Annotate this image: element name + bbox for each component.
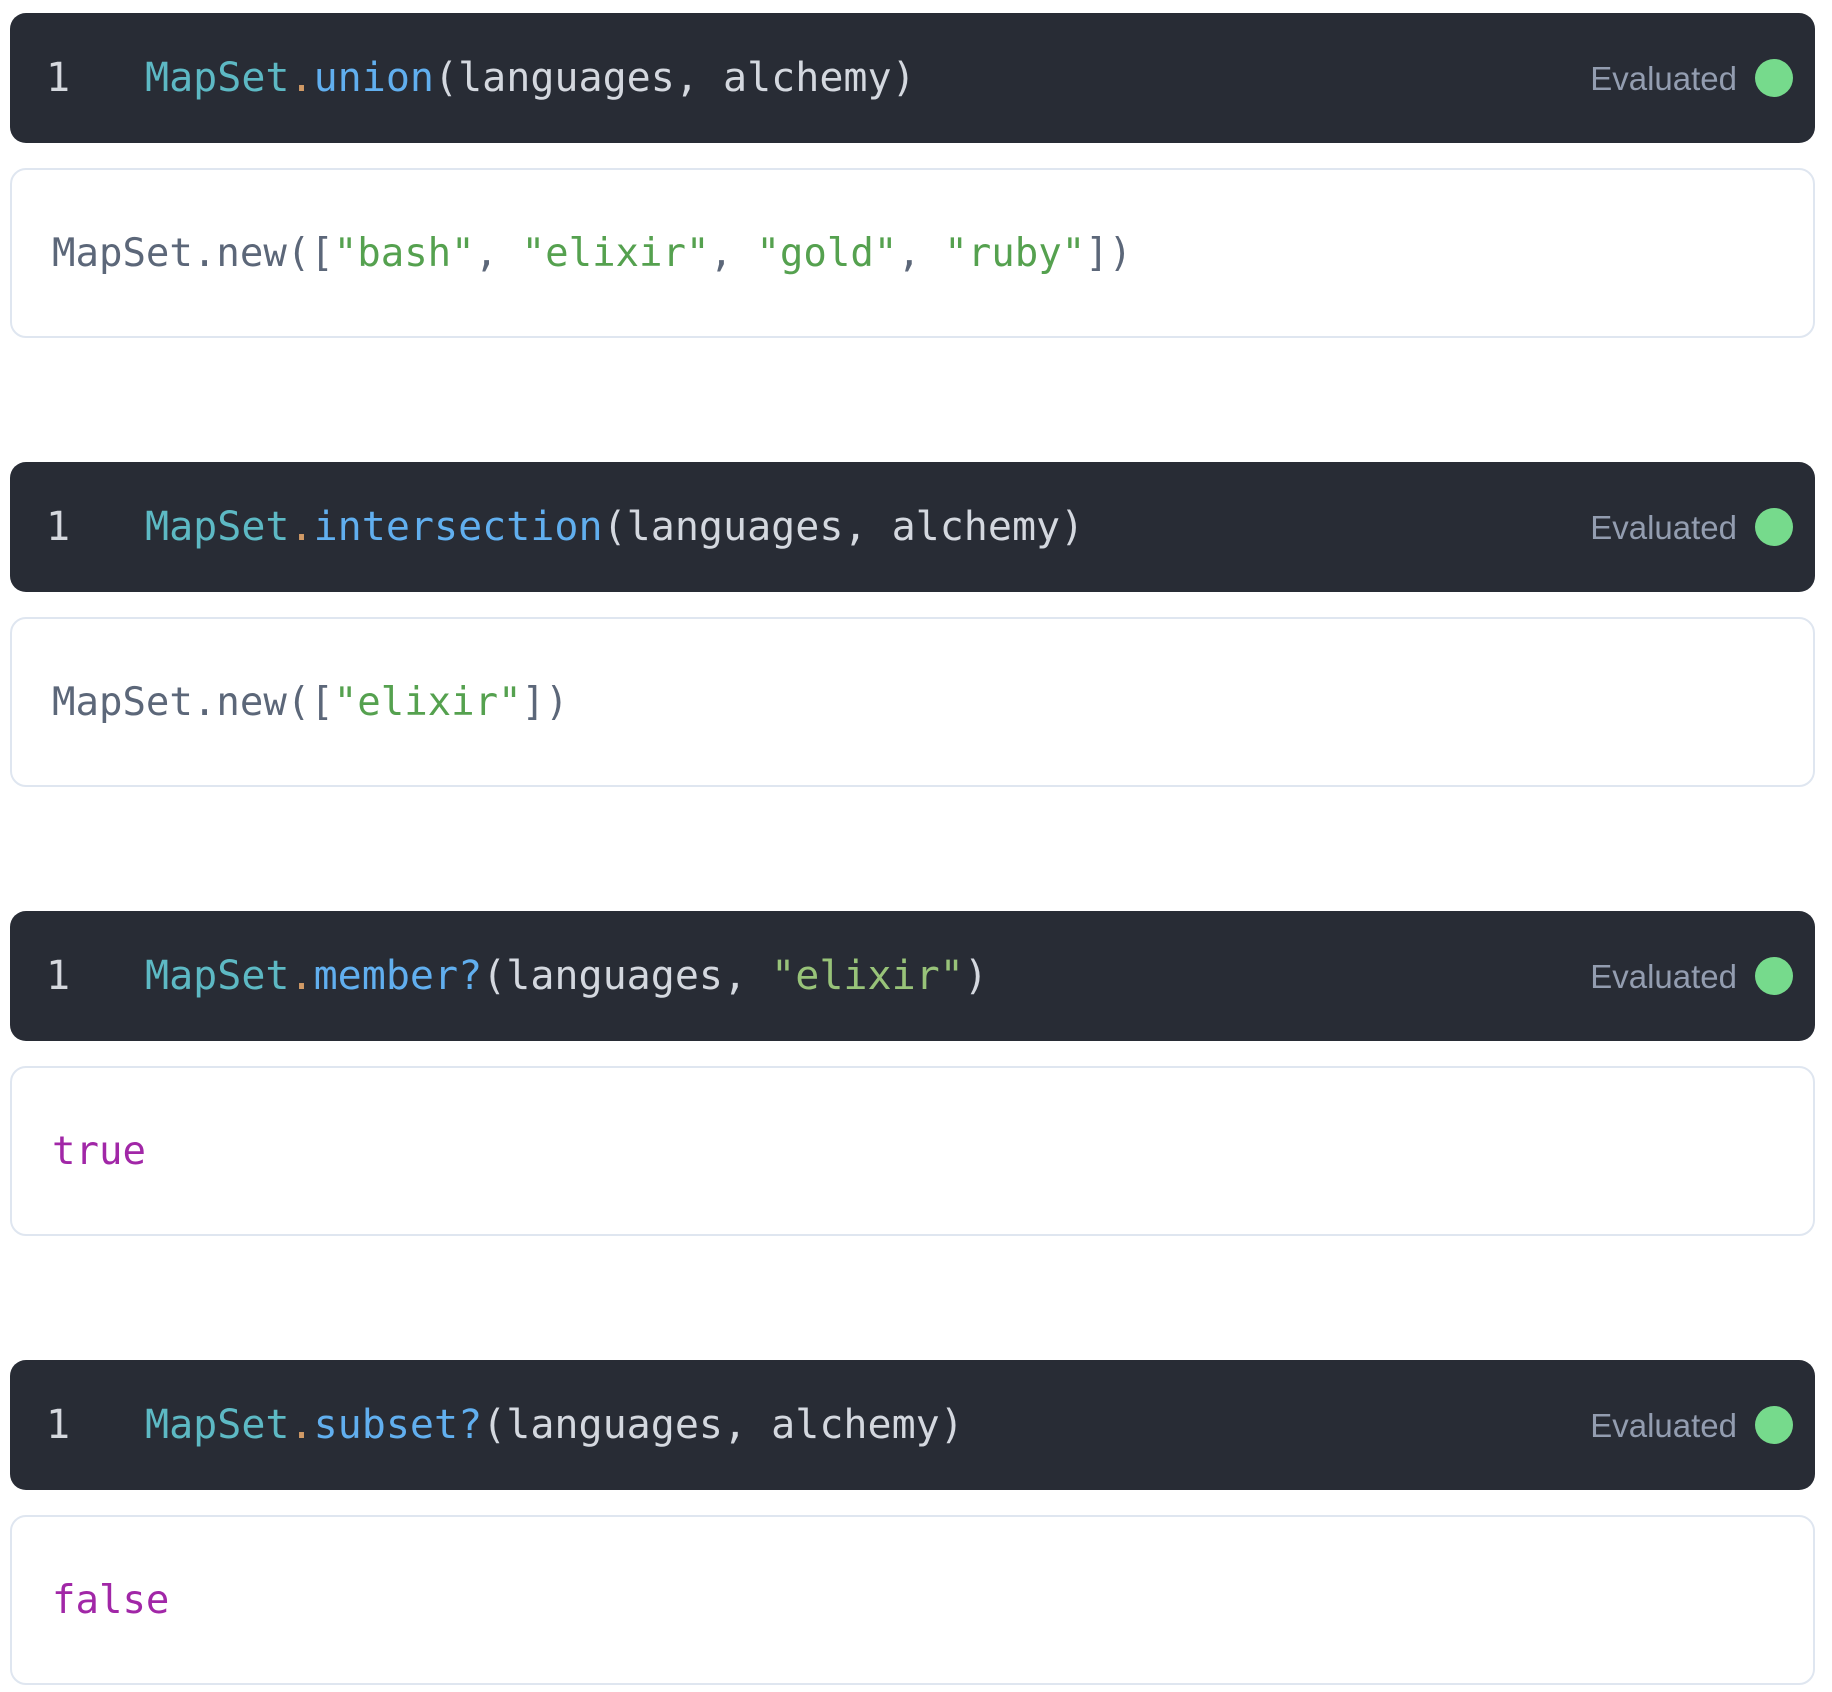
code-token-boolean: true (52, 1128, 146, 1174)
evaluated-dot-icon (1755, 957, 1793, 995)
code-token-string: "elixir" (521, 230, 710, 276)
evaluation-status-label: Evaluated (1590, 1406, 1737, 1444)
evaluation-status: Evaluated (1590, 508, 1815, 546)
code-token-plain: , (897, 230, 945, 276)
cell-output: false (10, 1515, 1815, 1685)
code-line[interactable]: MapSet.subset?(languages, alchemy) (145, 1405, 964, 1445)
code-cell-editor[interactable]: 1 MapSet.member?(languages, "elixir") Ev… (10, 911, 1815, 1041)
code-token-function: union (313, 55, 435, 101)
cell-output: MapSet.new(["bash", "elixir", "gold", "r… (10, 168, 1815, 338)
output-code: false (52, 1581, 169, 1620)
line-number: 1 (46, 55, 71, 101)
code-cell: 1 MapSet.intersection(languages, alchemy… (10, 462, 1815, 787)
line-number: 1 (46, 1402, 71, 1448)
code-token-operator: . (289, 504, 314, 550)
code-token-function: intersection (313, 504, 603, 550)
code-token-function: subset? (313, 1402, 483, 1448)
code-cell: 1 MapSet.subset?(languages, alchemy) Eva… (10, 1360, 1815, 1685)
code-cell-editor[interactable]: 1 MapSet.subset?(languages, alchemy) Eva… (10, 1360, 1815, 1490)
code-token-string: "bash" (333, 230, 475, 276)
code-token-plain: MapSet.new([ (52, 230, 334, 276)
code-token-plain: (languages, alchemy) (434, 55, 916, 101)
code-token-string: "elixir" (771, 953, 964, 999)
evaluation-status-label: Evaluated (1590, 508, 1737, 546)
code-token-plain: ]) (1085, 230, 1133, 276)
code-token-plain: (languages, alchemy) (482, 1402, 964, 1448)
code-line[interactable]: MapSet.union(languages, alchemy) (145, 58, 916, 98)
evaluated-dot-icon (1755, 508, 1793, 546)
code-token-module: MapSet (145, 504, 290, 550)
code-cell: 1 MapSet.union(languages, alchemy) Evalu… (10, 13, 1815, 338)
code-token-plain: , (474, 230, 522, 276)
evaluation-status: Evaluated (1590, 957, 1815, 995)
code-token-plain: (languages, (482, 953, 772, 999)
code-token-plain: MapSet.new([ (52, 679, 334, 725)
code-token-module: MapSet (145, 55, 290, 101)
code-token-module: MapSet (145, 1402, 290, 1448)
evaluation-status-label: Evaluated (1590, 59, 1737, 97)
output-code: MapSet.new(["elixir"]) (52, 683, 569, 722)
code-token-string: "elixir" (333, 679, 522, 725)
code-token-string: "gold" (756, 230, 898, 276)
code-token-plain: ) (963, 953, 988, 999)
notebook: 1 MapSet.union(languages, alchemy) Evalu… (0, 0, 1832, 1685)
line-number: 1 (46, 953, 71, 999)
cell-output: MapSet.new(["elixir"]) (10, 617, 1815, 787)
evaluation-status: Evaluated (1590, 59, 1815, 97)
evaluated-dot-icon (1755, 1406, 1793, 1444)
code-token-plain: , (709, 230, 757, 276)
cell-output: true (10, 1066, 1815, 1236)
code-token-operator: . (289, 953, 314, 999)
code-token-plain: (languages, alchemy) (602, 504, 1085, 550)
output-code: true (52, 1132, 146, 1171)
evaluated-dot-icon (1755, 59, 1793, 97)
code-cell-editor[interactable]: 1 MapSet.union(languages, alchemy) Evalu… (10, 13, 1815, 143)
code-token-module: MapSet (145, 953, 290, 999)
code-token-plain: ]) (521, 679, 569, 725)
code-cell-editor[interactable]: 1 MapSet.intersection(languages, alchemy… (10, 462, 1815, 592)
output-code: MapSet.new(["bash", "elixir", "gold", "r… (52, 234, 1132, 273)
code-token-function: member? (313, 953, 483, 999)
code-token-string: "ruby" (944, 230, 1086, 276)
evaluation-status-label: Evaluated (1590, 957, 1737, 995)
line-number: 1 (46, 504, 71, 550)
code-token-operator: . (289, 1402, 314, 1448)
code-cell: 1 MapSet.member?(languages, "elixir") Ev… (10, 911, 1815, 1236)
evaluation-status: Evaluated (1590, 1406, 1815, 1444)
code-line[interactable]: MapSet.intersection(languages, alchemy) (145, 507, 1084, 547)
code-token-operator: . (289, 55, 314, 101)
code-line[interactable]: MapSet.member?(languages, "elixir") (145, 956, 988, 996)
code-token-boolean: false (52, 1577, 170, 1623)
